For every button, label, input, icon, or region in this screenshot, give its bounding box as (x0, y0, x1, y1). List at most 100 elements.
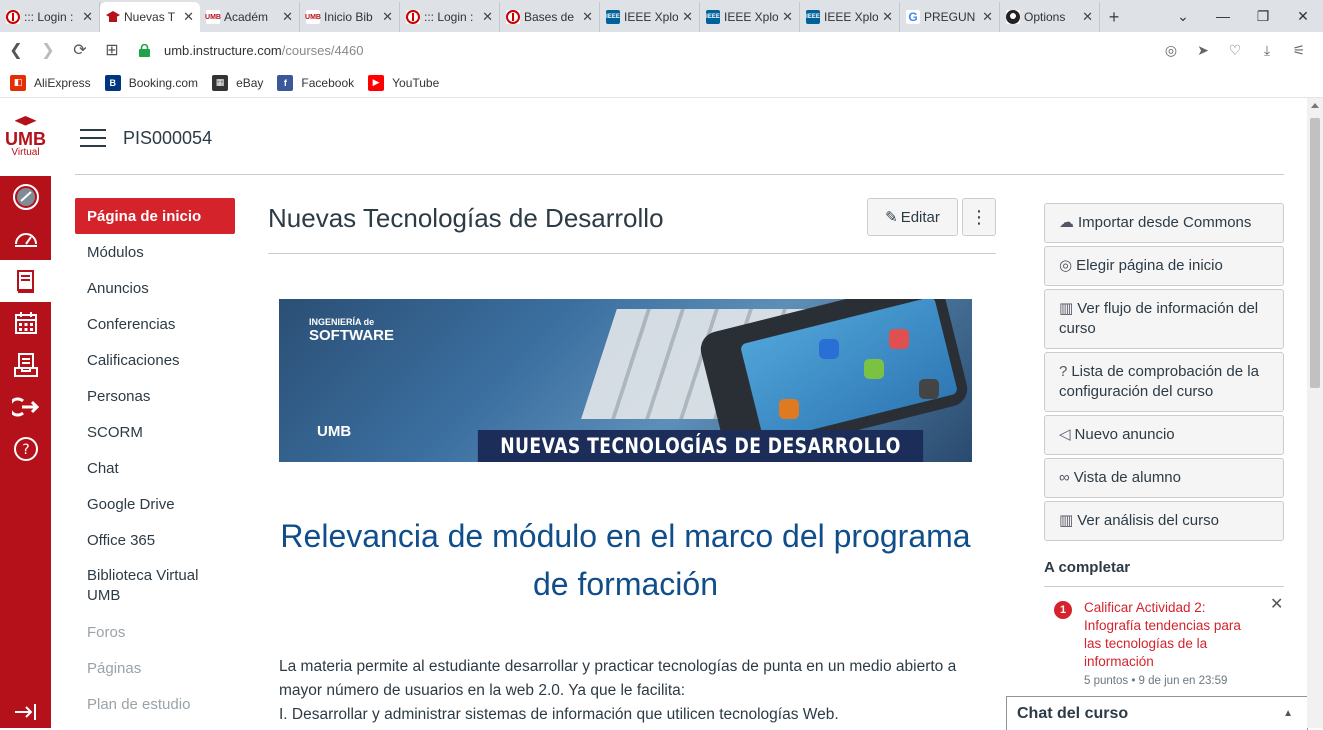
browser-tab-bar: ::: Login : ✕ Nuevas T ✕ UMB Académ ✕ UMB Inicio… (0, 0, 1323, 32)
logo-text-umb: UMB (5, 129, 46, 149)
course-nav-item[interactable]: Conferencias (75, 306, 235, 342)
umb-virtual-logo[interactable]: UMB Virtual (0, 98, 51, 176)
close-tab-icon[interactable]: ✕ (482, 9, 493, 25)
browser-tab[interactable]: ::: Login : ✕ (0, 2, 100, 32)
heart-icon[interactable]: ♡ (1219, 42, 1251, 59)
sidebar-action-button[interactable]: ☁ Importar desde Commons (1044, 203, 1284, 243)
close-tab-icon[interactable]: ✕ (183, 9, 194, 25)
help-nav[interactable]: ? (0, 428, 51, 470)
close-tab-icon[interactable]: ✕ (682, 9, 693, 25)
close-tab-icon[interactable]: ✕ (82, 9, 93, 25)
sidebar-action-label: Lista de comprobación de la configuració… (1059, 363, 1259, 400)
sidebar-action-button[interactable]: ? Lista de comprobación de la configuraci… (1044, 352, 1284, 412)
course-nav-item[interactable]: Anuncios (75, 270, 235, 306)
course-nav-item[interactable]: Página de inicio (75, 198, 235, 234)
course-nav-item[interactable]: Biblioteca Virtual UMB (75, 558, 235, 614)
scrollbar-thumb[interactable] (1310, 118, 1320, 388)
close-tab-icon[interactable]: ✕ (982, 9, 993, 25)
account-nav[interactable] (0, 176, 51, 218)
course-nav-item[interactable]: Foros (75, 614, 235, 650)
umb-favicon-icon (506, 10, 520, 24)
course-nav-item[interactable]: Plan de estudio (75, 686, 235, 722)
course-nav-item[interactable]: Chat (75, 450, 235, 486)
ieee-favicon-icon: IEEE (706, 10, 720, 24)
course-code-breadcrumb[interactable]: PIS000054 (123, 128, 212, 149)
sidebar-action-button[interactable]: ◎ Elegir página de inicio (1044, 246, 1284, 286)
bookmark-item[interactable]: ◧ AliExpress (10, 74, 91, 91)
ieee-favicon-icon: IEEE (606, 10, 620, 24)
banner-app-icon (819, 339, 839, 359)
course-nav-item[interactable]: Google Drive (75, 486, 235, 522)
dashboard-nav[interactable] (0, 218, 51, 260)
close-tab-icon[interactable]: ✕ (382, 9, 393, 25)
close-tab-icon[interactable]: ✕ (882, 9, 893, 25)
bookmark-item[interactable]: B Booking.com (104, 74, 198, 91)
umb-favicon-icon (6, 10, 20, 24)
browser-tab[interactable]: G PREGUN ✕ (900, 2, 1000, 32)
bookmark-item[interactable]: ▦ eBay (212, 74, 263, 91)
speed-dial-icon[interactable]: ⊞ (96, 34, 128, 66)
course-nav-item[interactable]: SCORM (75, 414, 235, 450)
course-nav-item[interactable]: Módulos (75, 234, 235, 270)
calendar-nav[interactable] (0, 302, 51, 344)
new-tab-button[interactable]: + (1100, 2, 1128, 32)
browser-tab[interactable]: Options ✕ (1000, 2, 1100, 32)
course-menu-toggle[interactable] (80, 129, 106, 147)
bookmark-item[interactable]: ▶ YouTube (368, 74, 440, 91)
minimize-button[interactable]: — (1203, 0, 1243, 32)
close-window-button[interactable]: ✕ (1283, 0, 1323, 32)
global-navigation: UMB Virtual ? (0, 98, 51, 728)
more-options-button[interactable]: ⋮ (962, 198, 996, 236)
course-nav-item[interactable]: Personas (75, 378, 235, 414)
close-tab-icon[interactable]: ✕ (282, 9, 293, 25)
banner-app-icon (864, 359, 884, 379)
bookmark-item[interactable]: f Facebook (277, 74, 354, 91)
restore-button[interactable]: ❐ (1243, 0, 1283, 32)
logo-text-virtual: Virtual (11, 147, 40, 158)
browser-tab[interactable]: IEEE IEEE Xplo ✕ (600, 2, 700, 32)
banner-software-badge: INGENIERÍA de SOFTWARE (309, 315, 394, 343)
browser-tab[interactable]: Nuevas T ✕ (100, 2, 200, 32)
back-button[interactable]: ❮ (0, 34, 32, 66)
edit-button[interactable]: ✎ Editar (867, 198, 958, 236)
browser-tab[interactable]: IEEE IEEE Xplo ✕ (800, 2, 900, 32)
browser-tab[interactable]: ::: Login : ✕ (400, 2, 500, 32)
sidebar-action-button[interactable]: ▥ Ver flujo de información del curso (1044, 289, 1284, 349)
bookmark-label: YouTube (392, 75, 440, 90)
browser-tab[interactable]: UMB Académ ✕ (200, 2, 300, 32)
close-tab-icon[interactable]: ✕ (582, 9, 593, 25)
browser-tab[interactable]: IEEE IEEE Xplo ✕ (700, 2, 800, 32)
reload-button[interactable]: ⟳ (64, 34, 96, 66)
course-nav-item[interactable]: Calificaciones (75, 342, 235, 378)
tab-menu-icon[interactable]: ⌄ (1163, 0, 1203, 32)
paragraph-line: La materia permite al estudiante desarro… (279, 658, 957, 675)
chat-toggle-icon[interactable]: ▲ (1283, 708, 1293, 719)
lock-icon (134, 43, 154, 57)
camera-icon[interactable]: ◎ (1155, 42, 1187, 59)
close-tab-icon[interactable]: ✕ (1082, 9, 1093, 25)
browser-tab[interactable]: Bases de ✕ (500, 2, 600, 32)
collapse-nav-button[interactable] (0, 702, 51, 722)
logout-nav[interactable] (0, 386, 51, 428)
chat-title: Chat del curso (1017, 704, 1129, 722)
dismiss-todo-icon[interactable]: ✕ (1270, 594, 1283, 614)
forward-button[interactable]: ❯ (32, 34, 64, 66)
inbox-nav[interactable] (0, 344, 51, 386)
settings-sliders-icon[interactable]: ⚟ (1283, 42, 1315, 59)
intro-paragraph: La materia permite al estudiante desarro… (279, 655, 979, 727)
scroll-up-arrow[interactable] (1311, 103, 1319, 108)
send-icon[interactable]: ➤ (1187, 42, 1219, 59)
download-icon[interactable]: ⤓ (1251, 42, 1283, 59)
close-tab-icon[interactable]: ✕ (782, 9, 793, 25)
sidebar-action-button[interactable]: ∞ Vista de alumno (1044, 458, 1284, 498)
course-nav-item[interactable]: Office 365 (75, 522, 235, 558)
sidebar-action-button[interactable]: ◁ Nuevo anuncio (1044, 415, 1284, 455)
todo-item-link[interactable]: Calificar Actividad 2: Infografía tenden… (1084, 599, 1259, 671)
courses-nav[interactable] (0, 260, 51, 302)
sidebar-action-button[interactable]: ▥ Ver análisis del curso (1044, 501, 1284, 541)
url-field[interactable]: umb.instructure.com/courses/4460 (164, 43, 363, 58)
course-nav-item[interactable]: Páginas (75, 650, 235, 686)
course-chat-bar[interactable]: Chat del curso ▲ (1006, 696, 1308, 730)
browser-tab[interactable]: UMB Inicio Bib ✕ (300, 2, 400, 32)
page-scrollbar[interactable] (1307, 98, 1323, 728)
